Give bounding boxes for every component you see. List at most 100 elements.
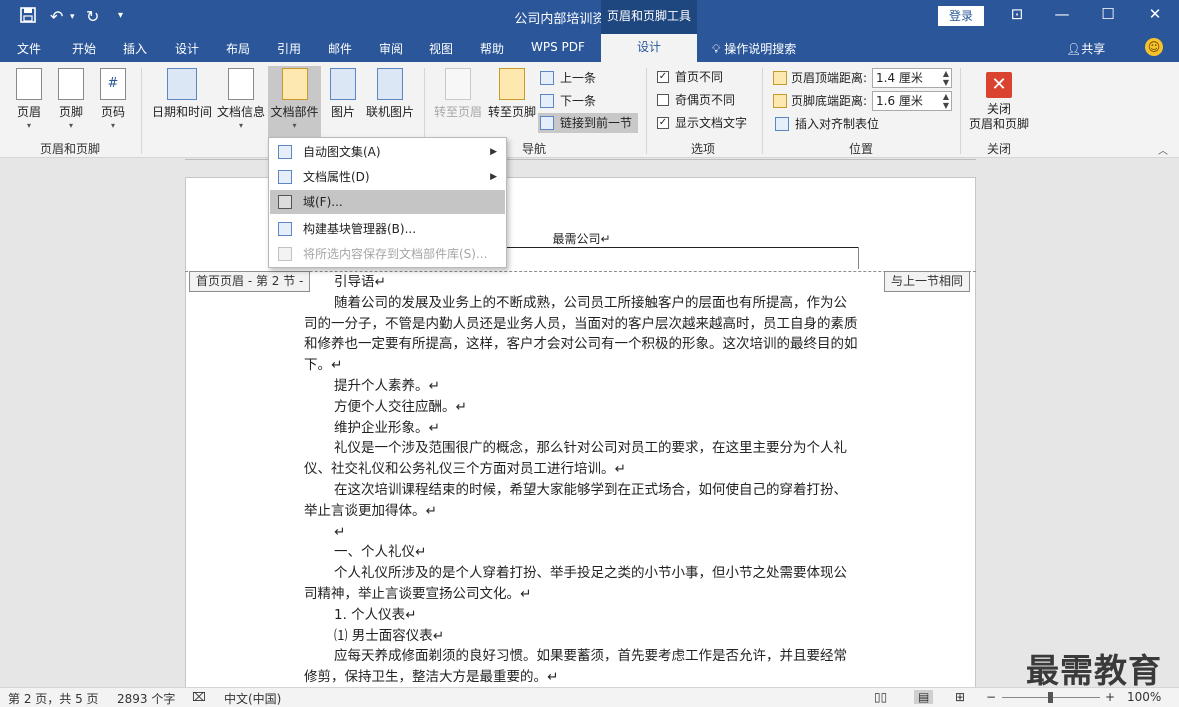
next-button[interactable]: 下一条	[540, 91, 596, 111]
paragraph: ⑴ 男士面容仪表↵	[334, 627, 445, 644]
read-mode-icon[interactable]: ▯▯	[874, 690, 887, 704]
paragraph: 个人礼仪所涉及的是个人穿着打扮、举手投足之类的小节小事，但小节之处需要体现公司精…	[304, 565, 847, 602]
header-margin-mark	[858, 247, 859, 269]
footer-position-icon	[773, 94, 787, 108]
collapse-ribbon-icon[interactable]: ︿	[1158, 142, 1168, 157]
tab-mailings[interactable]: 邮件	[328, 40, 352, 57]
group-separator	[960, 68, 961, 154]
quick-parts-menu: 自动图文集(A) ▶ 文档属性(D) ▶ 域(F)... 构建基块管理器(B).…	[268, 137, 507, 268]
show-document-text-checkbox[interactable]: ✓ 显示文档文字	[657, 114, 747, 132]
paragraph: 在这次培训课程结束的时候，希望大家能够学到在正式场合，如何使自己的穿着打扮、举止…	[304, 481, 847, 519]
doc-info-button[interactable]: 文档信息 ▾	[216, 68, 266, 130]
tab-home[interactable]: 开始	[72, 40, 96, 57]
header-top-distance-input[interactable]: 1.4 厘米 ▲ ▼	[872, 68, 952, 88]
menu-item-label: 域(F)...	[303, 195, 343, 209]
smiley-feedback-icon[interactable]: ☺	[1145, 38, 1163, 56]
show-doc-text-label: 显示文档文字	[675, 116, 748, 130]
link-previous-label: 链接到前一节	[560, 116, 633, 130]
proofing-icon[interactable]: ⌧	[192, 690, 206, 704]
word-count[interactable]: 2893 个字	[117, 690, 175, 707]
chevron-down-icon: ▾	[110, 121, 115, 130]
group-separator	[646, 68, 647, 154]
insert-alignment-tab-button[interactable]: 插入对齐制表位	[775, 114, 879, 134]
goto-header-button[interactable]: 转至页眉	[432, 68, 484, 120]
different-odd-even-checkbox[interactable]: 奇偶页不同	[657, 91, 735, 109]
tab-view[interactable]: 视图	[429, 40, 453, 57]
menu-item-autotext[interactable]: 自动图文集(A) ▶	[270, 140, 505, 164]
tab-file[interactable]: 文件	[17, 40, 41, 57]
footer-bottom-label: 页脚底端距离:	[791, 94, 868, 108]
menu-item-field[interactable]: 域(F)...	[270, 190, 505, 214]
menu-bar: 文件 开始 插入 设计 布局 引用 邮件 审阅 视图 帮助 WPS PDF 设计…	[0, 34, 1179, 62]
tab-design[interactable]: 设计	[175, 40, 199, 57]
menu-item-building-blocks-organizer[interactable]: 构建基块管理器(B)...	[270, 217, 505, 241]
close-label-line1: 关闭	[986, 102, 1011, 116]
tab-help[interactable]: 帮助	[480, 40, 504, 57]
header-top-value: 1.4 厘米	[876, 71, 923, 85]
menu-item-label: 自动图文集(A)	[303, 145, 381, 159]
checkbox-unchecked-icon	[657, 94, 669, 106]
login-button[interactable]: 登录	[938, 6, 984, 26]
date-time-label: 日期和时间	[151, 105, 212, 119]
tab-review[interactable]: 审阅	[379, 40, 403, 57]
goto-footer-button[interactable]: 转至页脚	[486, 68, 538, 120]
submenu-arrow-icon: ▶	[490, 172, 497, 182]
close-header-footer-button[interactable]: ✕ 关闭 页眉和页脚	[966, 72, 1032, 132]
tell-me-search[interactable]: 💡︎ 操作说明搜索	[712, 40, 796, 57]
close-window-icon[interactable]: ✕	[1140, 5, 1170, 23]
share-button[interactable]: 👤︎共享	[1066, 40, 1105, 57]
tab-insert[interactable]: 插入	[123, 40, 147, 57]
paragraph: 随着公司的发展及业务上的不断成熟，公司员工所接触客户的层面也有所提高，作为公司的…	[304, 294, 858, 374]
menu-item-save-selection-to-gallery[interactable]: 将所选内容保存到文档部件库(S)...	[270, 242, 505, 266]
maximize-icon[interactable]: ☐	[1093, 5, 1123, 23]
picture-button[interactable]: 图片	[326, 68, 360, 120]
next-label: 下一条	[560, 94, 597, 108]
header-icon	[16, 68, 42, 100]
date-time-button[interactable]: 日期和时间	[150, 68, 214, 120]
spinner-arrows-icon[interactable]: ▲ ▼	[943, 69, 949, 87]
submenu-arrow-icon: ▶	[490, 147, 497, 157]
language[interactable]: 中文(中国)	[224, 690, 281, 707]
zoom-level[interactable]: 100%	[1127, 690, 1161, 704]
spinner-arrows-icon[interactable]: ▲ ▼	[943, 92, 949, 110]
watermark-logo: 最需教育	[1026, 651, 1162, 690]
header-footer-tools-tab: 页眉和页脚工具	[601, 0, 697, 34]
footer-bottom-distance-input[interactable]: 1.6 厘米 ▲ ▼	[872, 91, 952, 111]
zoom-slider-thumb[interactable]	[1048, 692, 1053, 703]
paragraph: 一、个人礼仪↵	[334, 544, 427, 561]
tab-hf-design[interactable]: 设计	[601, 34, 697, 62]
header-button[interactable]: 页眉 ▾	[10, 68, 48, 130]
previous-button[interactable]: 上一条	[540, 68, 596, 88]
paragraph: 提升个人素养。↵	[334, 377, 440, 394]
web-layout-icon[interactable]: ⊞	[955, 690, 965, 704]
print-layout-icon[interactable]: ▤	[914, 690, 934, 704]
tab-references[interactable]: 引用	[277, 40, 301, 57]
paragraph: 引导语↵	[334, 274, 386, 290]
paragraph: 礼仪是一个涉及范围很广的概念，那么针对公司对员工的要求，在这里主要分为个人礼仪、…	[304, 440, 847, 478]
menu-item-document-property[interactable]: 文档属性(D) ▶	[270, 165, 505, 189]
building-blocks-icon	[278, 222, 292, 236]
link-previous-button[interactable]: 链接到前一节	[538, 113, 639, 133]
zoom-out-icon[interactable]: −	[986, 690, 996, 704]
footer-icon	[58, 68, 84, 100]
minimize-icon[interactable]: —	[1047, 5, 1077, 23]
page-count[interactable]: 第 2 页，共 5 页	[8, 690, 99, 707]
next-icon	[540, 94, 554, 108]
document-body[interactable]: 引导语↵ 随着公司的发展及业务上的不断成熟，公司员工所接触客户的层面也有所提高，…	[304, 272, 860, 687]
quick-parts-button[interactable]: 文档部件 ▾	[268, 66, 321, 138]
ribbon-display-icon[interactable]: ⊡	[1002, 5, 1032, 23]
goto-footer-icon	[499, 68, 525, 100]
different-first-page-checkbox[interactable]: ✓ 首页不同	[657, 68, 723, 86]
group-separator	[141, 68, 142, 154]
page-number-button[interactable]: # 页码 ▾	[94, 68, 132, 130]
insert-align-tab-label: 插入对齐制表位	[795, 117, 880, 131]
tab-wps-pdf[interactable]: WPS PDF	[531, 40, 585, 54]
footer-button[interactable]: 页脚 ▾	[52, 68, 90, 130]
tab-layout[interactable]: 布局	[226, 40, 250, 57]
page-number-label: 页码	[100, 105, 125, 119]
paragraph: 维护企业形象。↵	[334, 419, 440, 436]
status-bar: 第 2 页，共 5 页 2893 个字 ⌧ 中文(中国) ▯▯ ▤ ⊞ − + …	[0, 687, 1179, 707]
zoom-in-icon[interactable]: +	[1105, 690, 1115, 704]
online-picture-button[interactable]: 联机图片	[364, 68, 416, 120]
footer-bottom-distance-label-row: 页脚底端距离:	[773, 91, 867, 111]
